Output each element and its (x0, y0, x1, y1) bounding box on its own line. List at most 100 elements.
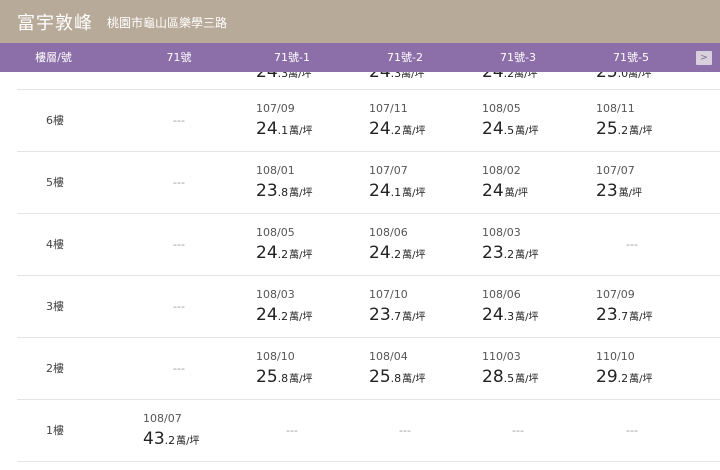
unit-price: 25.8萬/坪 (369, 367, 426, 387)
price-integer: 24 (482, 72, 504, 82)
column-header-unit: 71號-1 (274, 51, 310, 64)
price-integer: 24 (482, 305, 504, 325)
empty-cell: --- (173, 300, 185, 313)
price-integer: 24 (369, 72, 391, 82)
unit-price: 43.2萬/坪 (143, 429, 200, 449)
price-unit: 萬/坪 (176, 436, 200, 447)
building-address: 桃園市龜山區樂學三路 (107, 16, 228, 30)
price-integer: 25 (596, 72, 618, 82)
price-cell[interactable]: 110/03 28.5萬/坪 (482, 338, 582, 400)
transaction-date: 108/02 (482, 164, 521, 177)
price-cell[interactable]: 107/07 23萬/坪 (596, 152, 696, 214)
price-cell[interactable]: 107/10 23.7萬/坪 (369, 276, 469, 338)
price-unit: 萬/坪 (402, 188, 426, 199)
price-cell[interactable]: 107/07 24.1萬/坪 (369, 152, 469, 214)
price-integer: 43 (143, 429, 165, 449)
transaction-date: 107/09 (596, 288, 635, 301)
row-divider (17, 461, 720, 462)
price-cell[interactable]: 108/05 24.2萬/坪 (256, 214, 356, 276)
transaction-date: 107/07 (369, 164, 408, 177)
price-cell[interactable]: 108/04 25.8萬/坪 (369, 338, 469, 400)
price-unit: 萬/坪 (515, 250, 539, 261)
unit-price: 24.1萬/坪 (256, 119, 313, 139)
price-cell[interactable]: 108/03 24.2萬/坪 (256, 276, 356, 338)
price-cell[interactable]: 108/10 25.8萬/坪 (256, 338, 356, 400)
empty-cell: --- (512, 424, 524, 437)
price-integer: 24 (482, 181, 504, 201)
price-cell[interactable]: 107/09 24.1萬/坪 (256, 90, 356, 152)
price-unit: 萬/坪 (514, 72, 538, 80)
table-row: 5樓 --- 108/01 23.8萬/坪 107/07 24.1萬/坪 108/02 24萬… (0, 152, 720, 214)
price-cell[interactable]: 108/05 24.5萬/坪 (482, 90, 582, 152)
table-row: 6樓 --- 107/09 24.1萬/坪 107/11 24.2萬/坪 108/05 24.… (0, 90, 720, 152)
empty-cell: --- (173, 114, 185, 127)
price-cell[interactable]: 108/02 24萬/坪 (482, 152, 582, 214)
price-cell[interactable]: 107/09 23.7萬/坪 (596, 276, 696, 338)
price-integer: 29 (596, 367, 618, 387)
unit-price: 24.2萬/坪 (256, 243, 313, 263)
price-integer: 24 (256, 305, 278, 325)
price-unit: 萬/坪 (402, 126, 426, 137)
price-unit: 萬/坪 (515, 312, 539, 323)
price-cell[interactable]: 108/07 43.2萬/坪 (143, 400, 243, 462)
price-unit: 萬/坪 (289, 374, 313, 385)
price-integer: 25 (596, 119, 618, 139)
price-decimal: .1 (390, 186, 402, 199)
price-cell[interactable]: 108/11 25.2萬/坪 (596, 90, 696, 152)
transaction-date: 108/10 (256, 350, 295, 363)
price-decimal: .2 (390, 124, 402, 137)
unit-price: 23.2萬/坪 (482, 243, 539, 263)
table-row: 1樓 108/07 43.2萬/坪 --- --- --- --- (0, 400, 720, 462)
partial-price: 25.0萬/坪 (596, 72, 652, 82)
transaction-date: 107/10 (369, 288, 408, 301)
price-decimal: .2 (617, 124, 629, 137)
transaction-date: 108/06 (482, 288, 521, 301)
price-decimal: .8 (390, 372, 402, 385)
empty-cell: --- (173, 362, 185, 375)
unit-price: 24.3萬/坪 (482, 305, 539, 325)
column-header-row: 樓層/號 71號 71號-1 71號-2 71號-3 71號-5 > (0, 43, 720, 72)
empty-cell: --- (399, 424, 411, 437)
partial-price: 24.3萬/坪 (256, 72, 312, 82)
price-cell[interactable]: 107/11 24.2萬/坪 (369, 90, 469, 152)
price-decimal: .7 (617, 310, 629, 323)
price-decimal: .2 (277, 248, 289, 261)
next-columns-button[interactable]: > (696, 51, 712, 65)
price-integer: 24 (369, 119, 391, 139)
empty-cell: --- (626, 424, 638, 437)
price-decimal: .3 (277, 72, 289, 80)
price-unit: 萬/坪 (288, 72, 312, 80)
transaction-date: 110/03 (482, 350, 521, 363)
price-unit: 萬/坪 (618, 188, 643, 199)
price-unit: 萬/坪 (629, 126, 653, 137)
price-unit: 萬/坪 (289, 312, 313, 323)
price-unit: 萬/坪 (289, 126, 313, 137)
price-cell[interactable]: 108/01 23.8萬/坪 (256, 152, 356, 214)
unit-price: 24萬/坪 (482, 181, 528, 201)
unit-price: 29.2萬/坪 (596, 367, 653, 387)
transaction-date: 107/09 (256, 102, 295, 115)
empty-cell: --- (173, 238, 185, 251)
price-decimal: .8 (277, 186, 289, 199)
price-cell[interactable]: 108/06 24.2萬/坪 (369, 214, 469, 276)
price-decimal: .2 (503, 248, 515, 261)
price-cell[interactable]: 108/03 23.2萬/坪 (482, 214, 582, 276)
unit-price: 24.2萬/坪 (369, 119, 426, 139)
floor-label: 5樓 (46, 176, 64, 189)
transaction-date: 108/05 (256, 226, 295, 239)
column-header-unit: 71號-2 (387, 51, 423, 64)
unit-price: 23.7萬/坪 (369, 305, 426, 325)
floor-label: 3樓 (46, 300, 64, 313)
price-cell[interactable]: 108/06 24.3萬/坪 (482, 276, 582, 338)
unit-price: 23.8萬/坪 (256, 181, 313, 201)
price-integer: 25 (256, 367, 278, 387)
floor-label: 4樓 (46, 238, 64, 251)
unit-price: 28.5萬/坪 (482, 367, 539, 387)
price-decimal: .2 (164, 434, 176, 447)
price-unit: 萬/坪 (402, 250, 426, 261)
price-unit: 萬/坪 (289, 250, 313, 261)
price-unit: 萬/坪 (289, 188, 313, 199)
table-row: 2樓 --- 108/10 25.8萬/坪 108/04 25.8萬/坪 110/03 28.… (0, 338, 720, 400)
price-cell[interactable]: 110/10 29.2萬/坪 (596, 338, 696, 400)
price-decimal: .1 (277, 124, 289, 137)
